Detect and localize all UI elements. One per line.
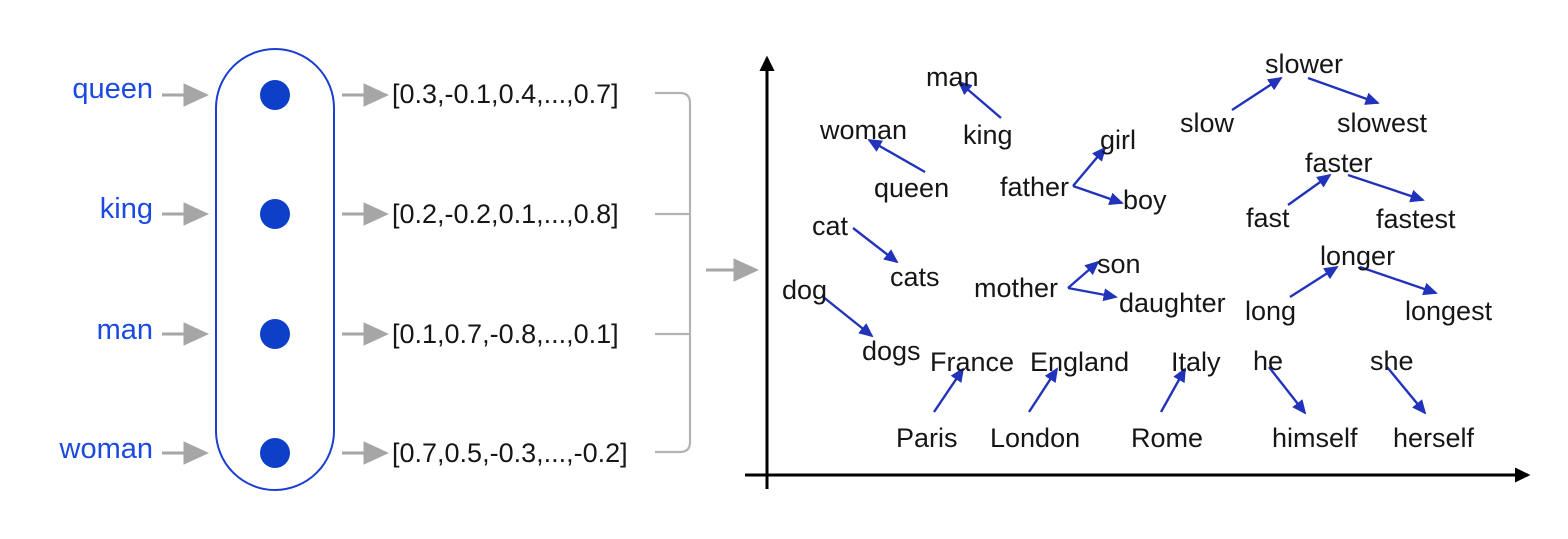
scatter-word-boy: boy <box>1123 185 1167 215</box>
scatter-word-woman: woman <box>820 115 908 145</box>
scatter-word-London: London <box>990 423 1081 453</box>
scatter-word-longest: longest <box>1405 296 1493 326</box>
relation-arrow-father-to-boy <box>1072 184 1124 206</box>
embedding-vector-1: [0.3,-0.1,0.4,...,0.7] <box>392 79 619 109</box>
scatter-word-himself: himself <box>1272 423 1358 453</box>
vector-group-bracket <box>655 91 692 454</box>
scatter-word-fast: fast <box>1246 203 1290 233</box>
embedding-vector-4: [0.7,0.5,-0.3,...,-0.2] <box>392 438 628 468</box>
scatter-word-slower: slower <box>1265 49 1344 79</box>
relation-arrow-long-to-longer <box>1289 265 1339 299</box>
relation-arrow-cat-to-cats <box>852 227 899 264</box>
scatter-word-queen: queen <box>874 173 950 203</box>
scatter-word-father: father <box>1000 172 1070 202</box>
scatter-word-he: he <box>1253 346 1284 376</box>
relation-arrow-mother-to-daughter <box>1067 286 1118 302</box>
input-word-queen: queen <box>72 73 153 105</box>
relation-arrow-slow-to-slower <box>1231 76 1283 112</box>
scatter-word-Rome: Rome <box>1131 423 1204 453</box>
scatter-word-England: England <box>1030 347 1130 377</box>
scatter-word-son: son <box>1097 249 1141 279</box>
input-word-woman: woman <box>59 433 154 465</box>
scatter-word-she: she <box>1370 346 1414 376</box>
embedding-vector-3: [0.1,0.7,-0.8,...,0.1] <box>392 319 619 349</box>
relation-arrow-mother-to-son <box>1067 260 1100 289</box>
input-word-man: man <box>96 314 153 346</box>
scatter-word-dog: dog <box>782 275 828 305</box>
relation-arrow-slower-to-slowest <box>1307 76 1380 105</box>
scatter-word-dogs: dogs <box>862 336 921 366</box>
scatter-word-longer: longer <box>1320 241 1396 271</box>
relation-arrow-dog-to-dogs <box>821 295 874 338</box>
scatter-word-long: long <box>1245 296 1297 326</box>
scatter-word-cats: cats <box>890 262 940 292</box>
scatter-word-cat: cat <box>812 211 849 241</box>
relation-arrow-faster-to-fastest <box>1347 173 1425 203</box>
scatter-word-slowest: slowest <box>1337 108 1428 138</box>
scatter-word-mother: mother <box>974 273 1059 303</box>
embedding-node-3 <box>260 319 290 349</box>
scatter-word-Italy: Italy <box>1171 347 1221 377</box>
scatter-word-slow: slow <box>1180 108 1235 138</box>
scatter-word-girl: girl <box>1100 125 1137 155</box>
embedding-node-2 <box>260 199 290 229</box>
scatter-word-king: king <box>963 120 1013 150</box>
scatter-word-daughter: daughter <box>1119 288 1226 318</box>
embedding-node-1 <box>260 80 290 110</box>
embedding-model-capsule <box>215 48 335 491</box>
input-word-king: king <box>99 193 153 225</box>
scatter-word-herself: herself <box>1393 423 1475 453</box>
embedding-vector-2: [0.2,-0.2,0.1,...,0.8] <box>392 199 619 229</box>
scatter-word-man: man <box>926 62 979 92</box>
scatter-word-faster: faster <box>1305 148 1373 178</box>
scatter-word-Paris: Paris <box>896 423 958 453</box>
scatter-word-fastest: fastest <box>1376 204 1456 234</box>
relation-arrow-fast-to-faster <box>1287 173 1332 206</box>
diagram-canvas: queen king man woman [0.3,-0.1,0.4,...,0.7]… <box>0 0 1568 539</box>
embedding-node-4 <box>260 438 290 468</box>
scatter-word-France: France <box>930 347 1015 377</box>
